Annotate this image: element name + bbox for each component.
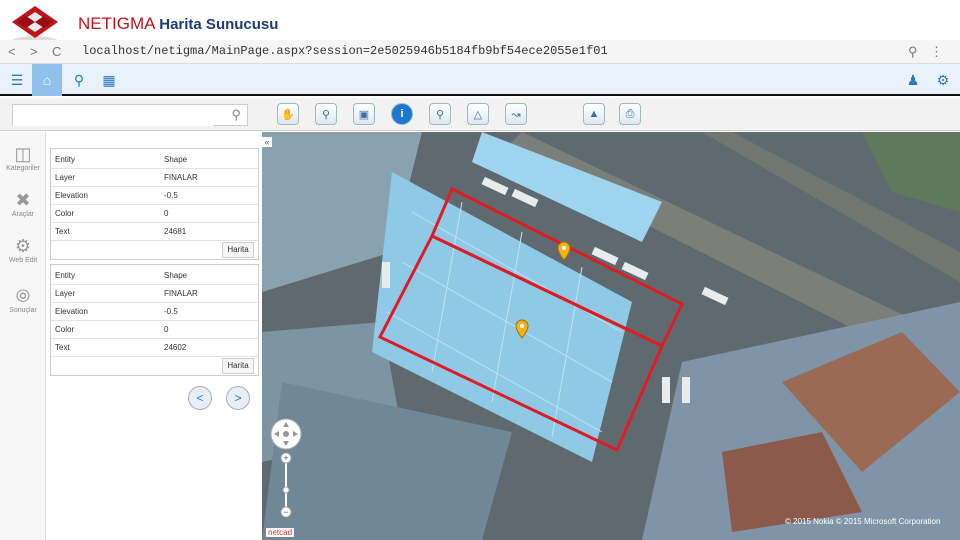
- locate-icon[interactable]: ⚲: [315, 103, 337, 125]
- menu-icon[interactable]: ⋮: [930, 44, 943, 60]
- sidebar-item-kategoriler[interactable]: ◫ Kategoriler: [0, 144, 46, 172]
- table-row: Text 24681: [51, 223, 258, 241]
- table-row: Color 0: [51, 321, 258, 339]
- prev-page-button[interactable]: <: [188, 386, 212, 410]
- zoom-control[interactable]: + −: [270, 418, 306, 528]
- location-pin-icon[interactable]: ⚲: [64, 64, 94, 96]
- sidebar-item-araclar[interactable]: ✖ Araçlar: [0, 190, 46, 218]
- measure-icon[interactable]: ↝: [505, 103, 527, 125]
- svg-text:−: −: [283, 507, 288, 517]
- app-name: NETIGMA: [78, 14, 155, 33]
- url-field[interactable]: localhost/netigma/MainPage.aspx?session=…: [82, 44, 608, 58]
- reload-button[interactable]: C: [52, 44, 61, 59]
- zoom-box-icon[interactable]: ⚲: [429, 103, 451, 125]
- sidebar-item-label: Sonuçlar: [9, 307, 37, 314]
- menu-toggle-icon[interactable]: ☰: [2, 64, 32, 96]
- left-sidebar: ◫ Kategoriler ✖ Araçlar ⚙ Web Edit ⦾ Son…: [0, 132, 46, 540]
- map-view[interactable]: [262, 132, 960, 540]
- result-card: Entity Shape Layer FINALAR Elevation -0.5 C…: [50, 148, 259, 260]
- map-credit: © 2015 Nokia © 2015 Microsoft Corporatio…: [785, 517, 941, 526]
- search-icon[interactable]: ⚲: [908, 44, 918, 60]
- svg-text:+: +: [283, 453, 288, 463]
- table-row: Elevation -0.5: [51, 303, 258, 321]
- show-on-map-button[interactable]: Harita: [222, 242, 254, 258]
- table-row: Entity Shape: [51, 267, 258, 285]
- pan-hand-icon[interactable]: ✋: [277, 103, 299, 125]
- gear-icon: ⚙: [14, 236, 32, 256]
- app-toolbar: ☰ ⌂ ⚲ ▦ ♟ ⚙: [0, 64, 960, 96]
- info-icon[interactable]: i: [391, 103, 413, 125]
- app-subtitle: Harita Sunucusu: [159, 16, 279, 33]
- result-card: Entity Shape Layer FINALAR Elevation -0.5 C…: [50, 264, 259, 376]
- show-on-map-button[interactable]: Harita: [222, 358, 254, 374]
- zoom-slider-handle: [282, 486, 290, 494]
- netcad-logo: netcad: [266, 528, 295, 537]
- clear-icon[interactable]: ▲: [583, 103, 605, 125]
- table-row: Entity Shape: [51, 151, 258, 169]
- table-row: Color 0: [51, 205, 258, 223]
- back-button[interactable]: <: [8, 44, 16, 59]
- sidebar-item-label: Kategoriler: [6, 165, 40, 172]
- next-page-button[interactable]: >: [226, 386, 250, 410]
- compass-icon: ⦾: [15, 286, 31, 306]
- page-title: NETIGMA Harita Sunucusu: [78, 14, 278, 34]
- table-row: Text 24602: [51, 339, 258, 357]
- user-icon[interactable]: ♟: [898, 64, 928, 96]
- table-row: Layer FINALAR: [51, 285, 258, 303]
- home-icon[interactable]: ⌂: [32, 64, 62, 96]
- collapse-panel-button[interactable]: «: [262, 137, 272, 147]
- print-icon[interactable]: ⎙: [619, 103, 641, 125]
- layout-icon[interactable]: ▦: [94, 64, 124, 96]
- browser-address-bar: < > C localhost/netigma/MainPage.aspx?se…: [0, 40, 960, 64]
- sidebar-item-label: Araçlar: [11, 211, 35, 218]
- forward-button[interactable]: >: [30, 44, 38, 59]
- sidebar-item-web-edit[interactable]: ⚙ Web Edit: [0, 236, 46, 264]
- search-box[interactable]: ⚲: [12, 104, 248, 126]
- folder-icon: ◫: [14, 144, 32, 164]
- select-polygon-icon[interactable]: △: [467, 103, 489, 125]
- table-row: Elevation -0.5: [51, 187, 258, 205]
- search-input[interactable]: [13, 105, 213, 126]
- tool-ribbon: ⚲ ✋ ⚲ ▣ i ⚲ △ ↝ ▲ ⎙: [0, 98, 960, 131]
- search-icon[interactable]: ⚲: [231, 107, 241, 123]
- sidebar-item-sonuclar[interactable]: ⦾ Sonuçlar: [0, 286, 46, 314]
- tools-icon: ✖: [15, 190, 31, 210]
- sidebar-item-label: Web Edit: [8, 257, 38, 264]
- table-row: Layer FINALAR: [51, 169, 258, 187]
- settings-gear-icon[interactable]: ⚙: [928, 64, 958, 96]
- image-icon[interactable]: ▣: [353, 103, 375, 125]
